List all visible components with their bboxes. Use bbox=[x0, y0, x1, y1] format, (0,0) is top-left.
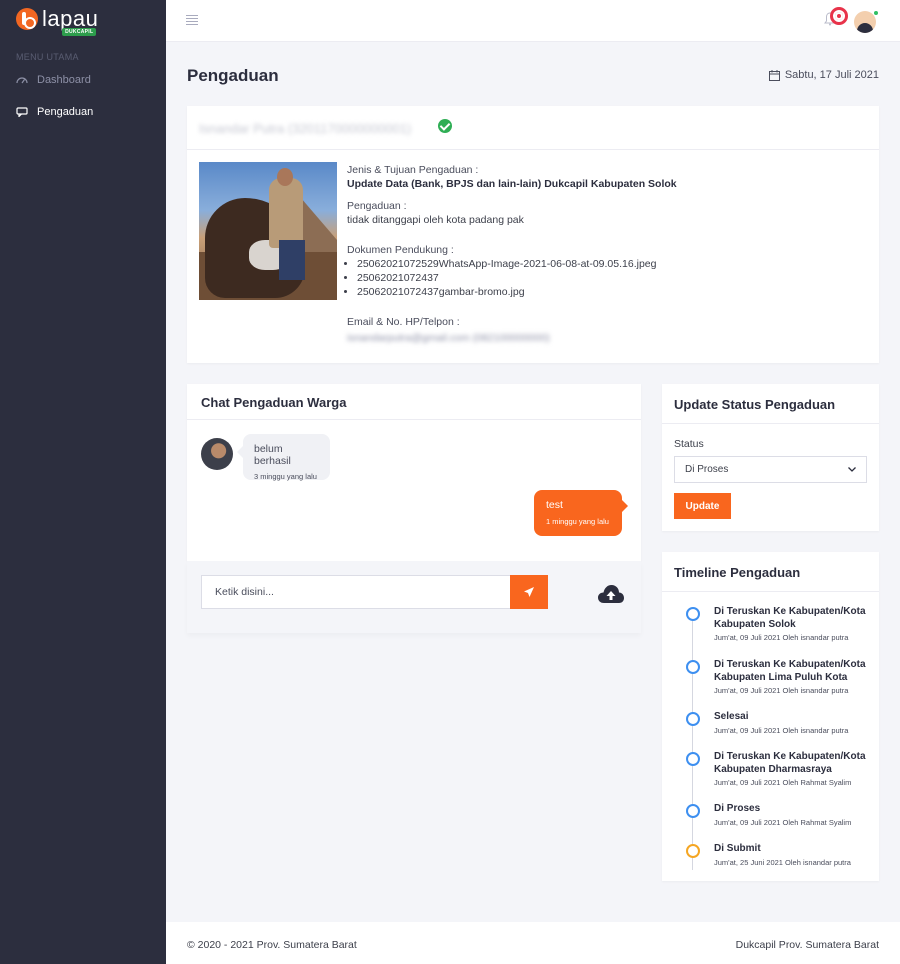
timeline-item-meta: Jum'at, 09 Juli 2021 Oleh Rahmat Syalim bbox=[714, 778, 852, 787]
sidebar-item-label: Dashboard bbox=[37, 74, 91, 86]
timeline-item-title: Di Teruskan Ke Kabupaten/Kota Kabupaten … bbox=[714, 751, 866, 775]
chevron-down-icon bbox=[848, 467, 856, 472]
timeline-item-title: Di Submit bbox=[714, 843, 761, 854]
footer-copyright: © 2020 - 2021 Prov. Sumatera Barat bbox=[187, 939, 357, 951]
calendar-icon bbox=[768, 69, 780, 81]
timeline-dot-icon bbox=[686, 607, 700, 621]
chat-message-outgoing: test 1 minggu yang lalu bbox=[534, 490, 628, 536]
dashboard-icon bbox=[16, 77, 28, 84]
reporter-name: Isnandar Putra (3201170000000001) bbox=[199, 121, 412, 136]
date-text: Sabtu, 17 Juli 2021 bbox=[784, 69, 879, 81]
timeline-item-title: Di Teruskan Ke Kabupaten/Kota Kabupaten … bbox=[714, 659, 866, 683]
logo-tag: DUKCAPIL bbox=[62, 28, 97, 36]
timeline-dot-icon bbox=[686, 660, 700, 674]
document-link[interactable]: 25062021072437gambar-bromo.jpg bbox=[357, 285, 867, 299]
sidebar-item-pengaduan[interactable]: Pengaduan bbox=[16, 106, 93, 118]
verified-check-icon bbox=[438, 119, 452, 133]
timeline-item-title: Di Proses bbox=[714, 803, 761, 814]
timeline-item-meta: Jum'at, 09 Juli 2021 Oleh Rahmat Syalim bbox=[714, 818, 852, 827]
timeline-title: Timeline Pengaduan bbox=[662, 552, 879, 592]
status-select[interactable]: Di Proses bbox=[674, 456, 867, 483]
logo-icon bbox=[16, 8, 38, 30]
page-title: Pengaduan bbox=[187, 66, 279, 85]
chat-input-area bbox=[187, 561, 641, 633]
contact-label: Email & No. HP/Telpon : bbox=[347, 316, 460, 328]
timeline-item-meta: Jum'at, 09 Juli 2021 Oleh isnandar putra bbox=[714, 633, 849, 642]
pengaduan-label: Pengaduan : bbox=[347, 200, 407, 212]
chat-message-input[interactable] bbox=[201, 575, 511, 609]
online-status-icon bbox=[873, 10, 879, 16]
logo-text: lapau bbox=[42, 6, 99, 31]
document-link[interactable]: 25062021072529WhatsApp-Image-2021-06-08-… bbox=[357, 257, 867, 271]
complaint-photo[interactable] bbox=[199, 162, 337, 300]
message-time: 3 minggu yang lalu bbox=[254, 472, 317, 481]
footer-org: Dukcapil Prov. Sumatera Barat bbox=[735, 939, 879, 951]
timeline-dot-icon bbox=[686, 712, 700, 726]
timeline-item-title: Di Teruskan Ke Kabupaten/Kota Kabupaten … bbox=[714, 606, 866, 630]
cloud-upload-icon[interactable] bbox=[597, 583, 625, 605]
document-list: 25062021072529WhatsApp-Image-2021-06-08-… bbox=[347, 257, 867, 299]
chat-message-incoming: belum berhasil 3 minggu yang lalu bbox=[237, 434, 330, 481]
timeline-dot-icon bbox=[686, 804, 700, 818]
sidebar: lapau DUKCAPIL MENU UTAMA Dashboard Peng… bbox=[0, 0, 166, 964]
complaint-header: Isnandar Putra (3201170000000001) bbox=[187, 106, 879, 150]
current-date: Sabtu, 17 Juli 2021 bbox=[768, 69, 879, 81]
notification-badge-icon[interactable] bbox=[830, 7, 848, 25]
sidebar-item-label: Pengaduan bbox=[37, 106, 94, 118]
pengaduan-value: tidak ditanggapi oleh kota padang pak bbox=[347, 214, 524, 226]
chat-title: Chat Pengaduan Warga bbox=[187, 384, 641, 420]
status-card-title: Update Status Pengaduan bbox=[662, 384, 879, 424]
app-logo[interactable]: lapau DUKCAPIL bbox=[16, 6, 99, 36]
timeline-item-title: Selesai bbox=[714, 711, 749, 722]
message-text: test bbox=[546, 499, 563, 511]
message-text: belum berhasil bbox=[254, 443, 291, 467]
send-icon bbox=[524, 587, 534, 597]
jenis-label: Jenis & Tujuan Pengaduan : bbox=[347, 164, 479, 176]
menu-toggle-icon[interactable] bbox=[186, 15, 198, 25]
status-label: Status bbox=[674, 438, 704, 450]
timeline-item-meta: Jum'at, 09 Juli 2021 Oleh isnandar putra bbox=[714, 726, 849, 735]
contact-value: isnandarputra@gmail.com (082100000000) bbox=[347, 332, 550, 344]
document-link[interactable]: 25062021072437 bbox=[357, 271, 867, 285]
message-time: 1 minggu yang lalu bbox=[546, 517, 609, 526]
sender-avatar bbox=[201, 438, 233, 470]
timeline-dot-icon bbox=[686, 752, 700, 766]
menu-section-title: MENU UTAMA bbox=[16, 52, 79, 62]
update-status-card: Update Status Pengaduan Status Di Proses… bbox=[662, 384, 879, 531]
sidebar-item-dashboard[interactable]: Dashboard bbox=[16, 74, 91, 86]
timeline-line bbox=[692, 610, 693, 870]
timeline-item-meta: Jum'at, 25 Juni 2021 Oleh isnandar putra bbox=[714, 858, 851, 867]
timeline-item-meta: Jum'at, 09 Juli 2021 Oleh isnandar putra bbox=[714, 686, 849, 695]
dokumen-label: Dokumen Pendukung : bbox=[347, 244, 454, 256]
timeline-dot-icon bbox=[686, 844, 700, 858]
footer: © 2020 - 2021 Prov. Sumatera Barat Dukca… bbox=[166, 922, 900, 964]
complaint-detail-card: Isnandar Putra (3201170000000001) Jenis … bbox=[187, 106, 879, 363]
chat-icon bbox=[16, 107, 28, 117]
topbar bbox=[166, 0, 900, 42]
chat-card: Chat Pengaduan Warga belum berhasil 3 mi… bbox=[187, 384, 641, 561]
timeline-card: Timeline Pengaduan Di Teruskan Ke Kabupa… bbox=[662, 552, 879, 881]
status-selected-value: Di Proses bbox=[685, 464, 729, 475]
complaint-info: Jenis & Tujuan Pengaduan : Update Data (… bbox=[347, 163, 867, 345]
send-button[interactable] bbox=[510, 575, 548, 609]
update-button[interactable]: Update bbox=[674, 493, 731, 519]
jenis-value: Update Data (Bank, BPJS dan lain-lain) D… bbox=[347, 178, 677, 190]
